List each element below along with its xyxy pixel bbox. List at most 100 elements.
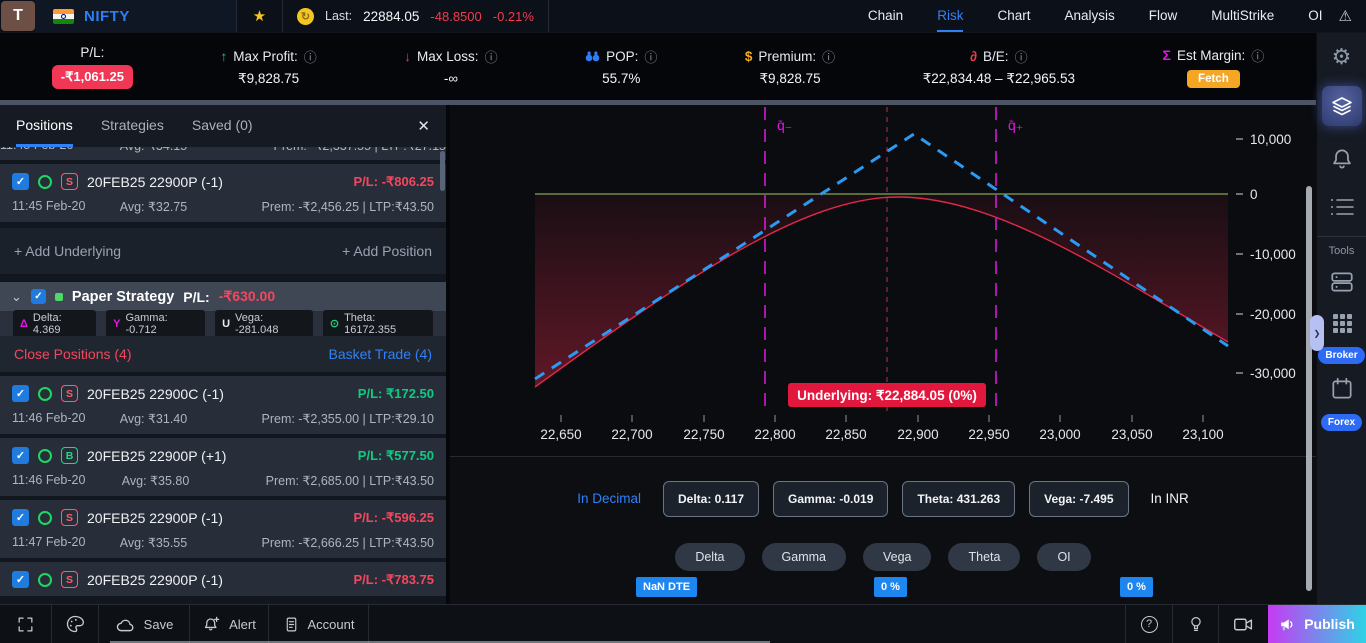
- loss-area-fill: [535, 194, 1228, 387]
- close-panel-icon[interactable]: ✕: [417, 105, 430, 147]
- nav-analysis[interactable]: Analysis: [1064, 0, 1114, 32]
- side-badge-sell[interactable]: S: [61, 509, 78, 526]
- info-icon[interactable]: ⓘ: [822, 47, 835, 66]
- sidebar-expand-handle[interactable]: ❯: [1310, 315, 1324, 351]
- position-checkbox[interactable]: ✓: [12, 509, 29, 526]
- tab-saved[interactable]: Saved (0): [192, 105, 253, 147]
- position-row[interactable]: ✓ S 20FEB25 22900C (-1) P/L: ₹172.50 11:…: [0, 376, 446, 434]
- fetch-margin-button[interactable]: Fetch: [1187, 70, 1240, 88]
- svg-text:-20,000: -20,000: [1250, 307, 1296, 322]
- in-decimal-toggle[interactable]: In Decimal: [577, 491, 641, 506]
- y-axis-labels: 10,000 0 -10,000 -20,000 -30,000: [1250, 132, 1296, 381]
- position-row[interactable]: ✓ S 20FEB25 22900P (-1) P/L: -₹596.25 11…: [0, 500, 446, 558]
- save-button[interactable]: Save: [99, 605, 190, 643]
- side-badge-sell[interactable]: S: [61, 571, 78, 588]
- theme-palette-icon[interactable]: [52, 605, 99, 643]
- forex-badge[interactable]: Forex: [1321, 414, 1362, 431]
- help-button[interactable]: ?: [1125, 605, 1172, 643]
- position-row[interactable]: ✓ B 20FEB25 22900P (+1) P/L: ₹577.50 11:…: [0, 438, 446, 496]
- iv-badge[interactable]: 0 %: [874, 577, 907, 597]
- status-ring-icon[interactable]: [38, 387, 52, 401]
- status-ring-icon[interactable]: [38, 573, 52, 587]
- ideas-bulb-icon[interactable]: [1172, 605, 1218, 643]
- account-button[interactable]: Account: [269, 605, 369, 643]
- add-position-button[interactable]: + Add Position: [342, 243, 432, 259]
- nav-risk[interactable]: Risk: [937, 0, 963, 32]
- position-row[interactable]: ✓ S 20FEB25 22900P (-1) P/L: -₹806.25 11…: [0, 164, 446, 222]
- position-row[interactable]: ✓ S 20FEB25 22900P (-1) P/L: -₹783.75: [0, 562, 446, 596]
- dte-badge[interactable]: NaN DTE: [636, 577, 697, 597]
- server-stack-icon[interactable]: [1329, 269, 1355, 295]
- gamma-summary-box[interactable]: Gamma: -0.019: [773, 481, 888, 517]
- theta-summary-box[interactable]: Theta: 431.263: [902, 481, 1015, 517]
- side-badge-sell[interactable]: S: [61, 385, 78, 402]
- nav-oi[interactable]: OI: [1308, 0, 1322, 32]
- apps-grid-icon[interactable]: [1330, 311, 1354, 335]
- basket-trade-link[interactable]: Basket Trade (4): [329, 346, 433, 362]
- price-change: -48.8500: [430, 9, 481, 24]
- info-icon[interactable]: ⓘ: [1251, 46, 1264, 65]
- svg-text:22,900: 22,900: [897, 427, 938, 442]
- symbol-selector[interactable]: NIFTY: [35, 0, 237, 32]
- delta-icon: Δ: [20, 318, 28, 330]
- payoff-chart-canvas[interactable]: q̄₋ q̄₊ 10,000: [450, 105, 1316, 456]
- in-inr-toggle[interactable]: In INR: [1151, 491, 1189, 506]
- layers-icon[interactable]: [1322, 86, 1362, 126]
- position-pl: P/L: ₹577.50: [358, 448, 434, 464]
- status-ring-icon[interactable]: [38, 175, 52, 189]
- nav-multistrike[interactable]: MultiStrike: [1211, 0, 1274, 32]
- tab-strategies[interactable]: Strategies: [101, 105, 164, 147]
- panel-scrollbar[interactable]: [440, 151, 445, 191]
- info-icon[interactable]: ⓘ: [644, 47, 657, 66]
- nav-chain[interactable]: Chain: [868, 0, 903, 32]
- alert-button[interactable]: Alert: [190, 605, 269, 643]
- strategy-header[interactable]: ⌄ ✓ Paper Strategy P/L: -₹630.00: [0, 282, 446, 311]
- screen-record-camera-icon[interactable]: [1218, 605, 1268, 643]
- app-logo[interactable]: T: [1, 1, 35, 31]
- clipped-position-row[interactable]: 11:45 Feb-20 Avg: ₹34.15 Prem: -₹2,337.5…: [0, 147, 446, 160]
- status-ring-icon[interactable]: [38, 511, 52, 525]
- info-icon[interactable]: ⓘ: [485, 47, 498, 66]
- pill-gamma[interactable]: Gamma: [762, 543, 846, 571]
- info-icon[interactable]: ⓘ: [304, 47, 317, 66]
- x-axis-labels: 22,650 22,700 22,750 22,800 22,850 22,90…: [540, 427, 1223, 442]
- refresh-coin-icon[interactable]: ↻: [297, 8, 314, 25]
- vega-summary-box[interactable]: Vega: -7.495: [1029, 481, 1128, 517]
- pill-delta[interactable]: Delta: [675, 543, 744, 571]
- position-time: 11:46 Feb-20: [12, 411, 85, 426]
- watchlist-list-icon[interactable]: [1329, 196, 1355, 218]
- pill-oi[interactable]: OI: [1037, 543, 1090, 571]
- add-underlying-button[interactable]: + Add Underlying: [14, 243, 121, 259]
- delta-summary-box[interactable]: Delta: 0.117: [663, 481, 759, 517]
- side-badge-sell[interactable]: S: [61, 173, 78, 190]
- position-checkbox[interactable]: ✓: [12, 173, 29, 190]
- position-avg: Avg: ₹32.75: [120, 199, 188, 214]
- tab-positions[interactable]: Positions: [16, 105, 73, 147]
- down-arrow-icon: ↓: [404, 49, 411, 64]
- publish-label: Publish: [1304, 616, 1355, 632]
- nav-flow[interactable]: Flow: [1149, 0, 1178, 32]
- warning-icon[interactable]: ⚠: [1339, 0, 1366, 32]
- pill-vega[interactable]: Vega: [863, 543, 932, 571]
- position-prem: Prem: ₹2,685.00 | LTP:₹43.50: [266, 473, 434, 488]
- strategy-checkbox[interactable]: ✓: [31, 289, 46, 304]
- calendar-icon[interactable]: [1329, 376, 1355, 402]
- broker-badge[interactable]: Broker: [1318, 347, 1364, 364]
- chart-scrollbar[interactable]: [1306, 186, 1312, 591]
- favorite-star-icon[interactable]: ★: [237, 0, 283, 32]
- settings-gear-icon[interactable]: ⚙: [1332, 44, 1352, 70]
- nav-chart[interactable]: Chart: [997, 0, 1030, 32]
- info-icon[interactable]: ⓘ: [1015, 47, 1028, 66]
- close-positions-link[interactable]: Close Positions (4): [14, 346, 132, 362]
- chevron-down-icon[interactable]: ⌄: [11, 292, 22, 302]
- position-checkbox[interactable]: ✓: [12, 385, 29, 402]
- publish-button[interactable]: Publish: [1268, 605, 1366, 643]
- side-badge-buy[interactable]: B: [61, 447, 78, 464]
- position-checkbox[interactable]: ✓: [12, 447, 29, 464]
- pill-theta[interactable]: Theta: [948, 543, 1020, 571]
- fullscreen-button[interactable]: [0, 605, 52, 643]
- iv-badge[interactable]: 0 %: [1120, 577, 1153, 597]
- notifications-bell-icon[interactable]: [1329, 146, 1355, 172]
- position-checkbox[interactable]: ✓: [12, 571, 29, 588]
- status-ring-icon[interactable]: [38, 449, 52, 463]
